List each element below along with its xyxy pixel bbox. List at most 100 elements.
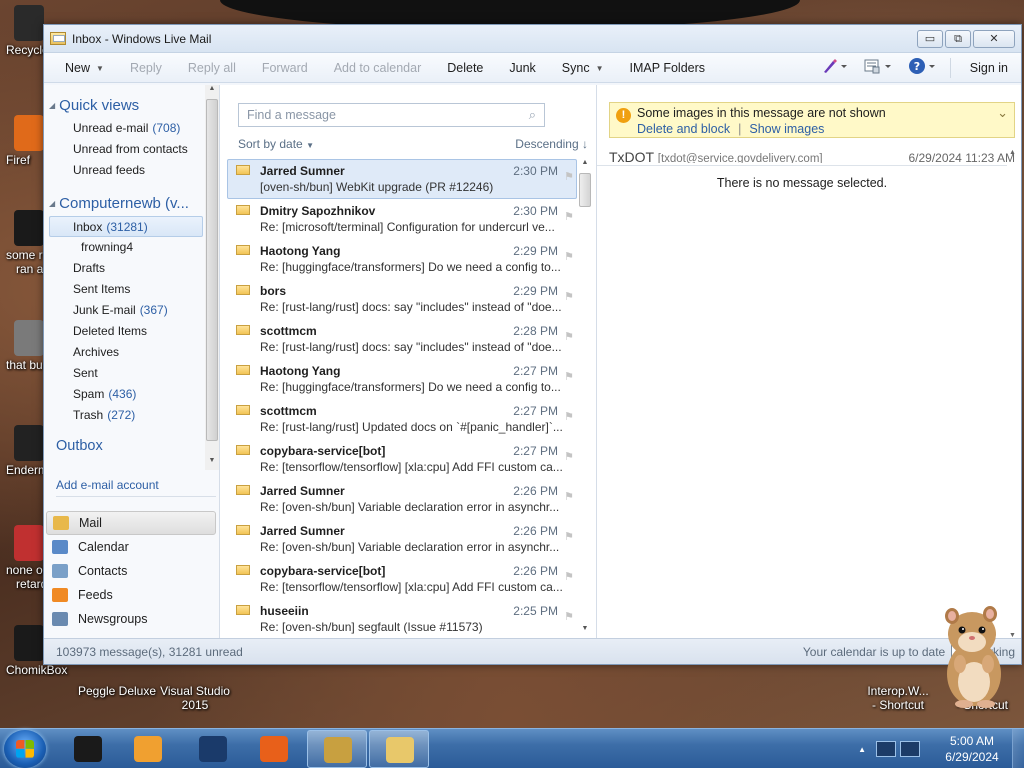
nav-item[interactable]: Calendar — [46, 535, 216, 559]
sort-order-toggle[interactable]: Descending ↓ — [515, 137, 588, 151]
sign-in-button[interactable]: Sign in — [957, 61, 1021, 75]
taskbar-button[interactable] — [369, 730, 429, 768]
desktop-icon[interactable]: ChomikBox — [0, 625, 67, 677]
scroll-down-arrow-icon[interactable]: ▼ — [578, 625, 592, 632]
junk-button[interactable]: Junk — [496, 61, 548, 75]
desktop-icon[interactable]: some r ran a — [0, 210, 44, 276]
imap-folders-button[interactable]: IMAP Folders — [617, 61, 719, 75]
folder-item[interactable]: Spam (436) — [49, 384, 219, 405]
hamster-desktop-pet[interactable] — [938, 604, 1008, 708]
message-row[interactable]: scottmcm Re: [rust-lang/rust] Updated doc… — [227, 399, 577, 439]
flag-icon[interactable]: ⚑ — [564, 530, 574, 543]
show-desktop-button[interactable] — [1012, 729, 1024, 768]
folder-item[interactable]: Inbox (31281) — [49, 216, 203, 237]
taskbar-button[interactable] — [307, 730, 367, 768]
sort-by-dropdown[interactable]: Sort by date ▼ — [238, 137, 314, 151]
message-list-scrollbar[interactable]: ▲ ▼ — [578, 159, 592, 639]
desktop-icon[interactable]: that bu — [0, 320, 44, 372]
scroll-down-arrow-icon[interactable]: ▼ — [205, 457, 219, 464]
quick-views-header[interactable]: ◢ Quick views — [49, 97, 219, 114]
flag-icon[interactable]: ⚑ — [564, 570, 574, 583]
desktop-icon[interactable]: Interop.W... - Shortcut — [858, 668, 938, 712]
help-icon[interactable]: ? — [900, 57, 944, 78]
outbox-folder[interactable]: Outbox — [44, 426, 219, 454]
taskbar-button[interactable] — [118, 730, 178, 768]
minimize-button[interactable]: ▭ — [917, 29, 943, 48]
flag-icon[interactable]: ⚑ — [564, 170, 574, 183]
delete-button[interactable]: Delete — [434, 61, 496, 75]
flag-icon[interactable]: ⚑ — [564, 330, 574, 343]
message-row[interactable]: Jarred Sumner Re: [oven-sh/bun] Variable … — [227, 479, 577, 519]
flag-icon[interactable]: ⚑ — [564, 490, 574, 503]
maximize-button[interactable]: ⧉ — [945, 29, 971, 48]
folder-item[interactable]: Trash (272) — [49, 405, 219, 426]
add-to-calendar-button[interactable]: Add to calendar — [321, 61, 435, 75]
close-button[interactable]: ✕ — [973, 29, 1015, 48]
new-button[interactable]: New ▼ — [52, 61, 117, 75]
nav-item[interactable]: Newsgroups — [46, 607, 216, 631]
reading-pane-scrollbar[interactable]: ▲ ▼ — [1009, 149, 1021, 639]
message-row[interactable]: copybara-service[bot] Re: [tensorflow/ten… — [227, 439, 577, 479]
desktop-icon[interactable]: Peggle Deluxe — [77, 668, 157, 698]
scroll-up-arrow-icon[interactable]: ▲ — [1009, 149, 1016, 156]
folder-scrollbar[interactable]: ▲ ▼ — [205, 85, 219, 470]
nav-item[interactable]: Feeds — [46, 583, 216, 607]
folder-item[interactable]: Sent — [49, 363, 219, 384]
delete-and-block-link[interactable]: Delete and block — [637, 122, 730, 136]
folder-item[interactable]: Sent Items — [49, 279, 219, 300]
reply-all-button[interactable]: Reply all — [175, 61, 249, 75]
message-row[interactable]: Jarred Sumner [oven-sh/bun] WebKit upgrad… — [227, 159, 577, 199]
search-input[interactable]: Find a message ⌕ — [238, 103, 545, 127]
quick-view-item[interactable]: Unread feeds — [49, 160, 219, 181]
taskbar-button[interactable] — [183, 730, 243, 768]
taskbar-button[interactable] — [58, 730, 118, 768]
message-list-scrollbar-thumb[interactable] — [579, 173, 591, 207]
pen-color-icon[interactable] — [814, 58, 856, 77]
flag-icon[interactable]: ⚑ — [564, 210, 574, 223]
taskbar-clock[interactable]: 5:00 AM 6/29/2024 — [932, 733, 1012, 765]
message-row[interactable]: Haotong Yang Re: [huggingface/transformer… — [227, 239, 577, 279]
taskbar-button[interactable] — [244, 730, 304, 768]
nav-item[interactable]: Contacts — [46, 559, 216, 583]
show-hidden-icons-arrow-icon[interactable]: ▲ — [858, 745, 866, 754]
quick-view-item[interactable]: Unread e-mail (708) — [49, 118, 219, 139]
flag-icon[interactable]: ⚑ — [564, 450, 574, 463]
reply-button[interactable]: Reply — [117, 61, 175, 75]
flag-icon[interactable]: ⚑ — [564, 290, 574, 303]
scroll-up-arrow-icon[interactable]: ▲ — [205, 85, 219, 92]
title-bar[interactable]: Inbox - Windows Live Mail ▭ ⧉ ✕ — [44, 25, 1021, 53]
folder-item[interactable]: Junk E-mail (367) — [49, 300, 219, 321]
action-center-tray-icon[interactable] — [900, 741, 920, 757]
desktop-icon[interactable]: Recycle — [0, 5, 49, 57]
desktop-icon[interactable]: Firef — [0, 115, 44, 167]
folder-item[interactable]: Deleted Items — [49, 321, 219, 342]
message-row[interactable]: scottmcm Re: [rust-lang/rust] docs: say "… — [227, 319, 577, 359]
folder-item[interactable]: Drafts — [49, 258, 219, 279]
sync-button[interactable]: Sync ▼ — [549, 61, 617, 75]
desktop-icon[interactable]: Enderm — [0, 425, 48, 477]
add-email-account-link[interactable]: Add e-mail account — [56, 478, 216, 497]
layout-icon[interactable] — [856, 58, 900, 77]
scroll-up-arrow-icon[interactable]: ▲ — [578, 159, 592, 166]
folder-item[interactable]: Archives — [49, 342, 219, 363]
flag-icon[interactable]: ⚑ — [564, 370, 574, 383]
message-row[interactable]: bors Re: [rust-lang/rust] docs: say "incl… — [227, 279, 577, 319]
desktop-icon[interactable]: Visual Studio 2015 — [155, 668, 235, 712]
forward-button[interactable]: Forward — [249, 61, 321, 75]
network-tray-icon[interactable] — [876, 741, 896, 757]
account-header[interactable]: ◢ Computernewb (v... — [49, 195, 219, 212]
flag-icon[interactable]: ⚑ — [564, 410, 574, 423]
nav-item[interactable]: Mail — [46, 511, 216, 535]
message-row[interactable]: huseeiin Re: [oven-sh/bun] segfault (Issu… — [227, 599, 577, 639]
message-row[interactable]: Jarred Sumner Re: [oven-sh/bun] Variable … — [227, 519, 577, 559]
message-row[interactable]: Dmitry Sapozhnikov Re: [microsoft/termina… — [227, 199, 577, 239]
chevron-down-icon[interactable]: ⌄ — [997, 105, 1008, 121]
folder-scrollbar-thumb[interactable] — [206, 99, 218, 441]
flag-icon[interactable]: ⚑ — [564, 610, 574, 623]
message-row[interactable]: Haotong Yang Re: [huggingface/transformer… — [227, 359, 577, 399]
message-row[interactable]: copybara-service[bot] Re: [tensorflow/ten… — [227, 559, 577, 599]
search-icon[interactable]: ⌕ — [529, 107, 536, 123]
folder-item[interactable]: frowning4 — [49, 237, 219, 258]
desktop-icon[interactable]: none o retards — [0, 525, 53, 591]
flag-icon[interactable]: ⚑ — [564, 250, 574, 263]
